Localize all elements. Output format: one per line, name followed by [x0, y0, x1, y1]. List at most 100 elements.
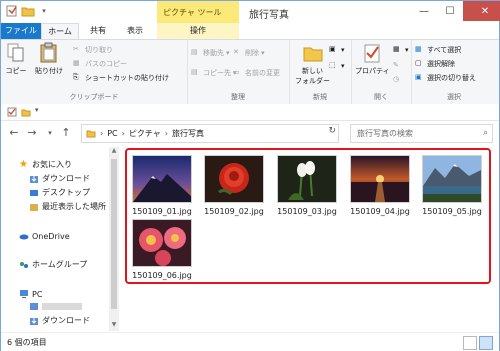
delete-button[interactable]: ✕ 削除 ▾: [233, 48, 265, 58]
edit-icon: ✎: [393, 61, 399, 69]
copy-label: コピー: [5, 67, 27, 75]
window-title: 旅行写真: [249, 10, 289, 21]
history-button[interactable]: ◷: [393, 75, 403, 85]
rename-label: 名前の変更: [245, 69, 280, 77]
copy-path-button[interactable]: ▦ パスのコピー: [73, 59, 127, 69]
new-group-label: 新規: [313, 93, 327, 101]
paste-label: 貼り付け: [35, 67, 63, 75]
details-view-icon[interactable]: [463, 336, 477, 350]
qat-dropdown-icon[interactable]: ▾: [37, 4, 51, 18]
open-group-label: 開く: [374, 93, 388, 101]
scissors-icon: ✂: [73, 45, 79, 53]
tab-home[interactable]: ホーム: [41, 23, 79, 39]
tab-manage[interactable]: 操作: [157, 23, 239, 39]
explorer-window: ▾ ピクチャ ツール 旅行写真 — ☐ ✕ ファイル ホーム 共有 表示 操作 …: [0, 0, 500, 351]
invert-selection-button[interactable]: ▣ 選択の切り替え: [415, 73, 476, 83]
search-icon[interactable]: ⌕: [483, 128, 488, 138]
folder-icon: [303, 47, 322, 62]
invert-selection-icon: ▣: [415, 73, 422, 81]
cloud-icon: [19, 231, 29, 241]
paste-shortcut-label: ショートカットの貼り付け: [85, 74, 169, 82]
organize-group-label: 整理: [231, 93, 245, 101]
copy-to-button[interactable]: ▤ コピー先 ▾: [191, 68, 237, 78]
title-bar: ▾ ピクチャ ツール 旅行写真 — ☐ ✕: [1, 1, 500, 23]
properties-icon[interactable]: [5, 4, 19, 18]
large-icons-view-icon[interactable]: [479, 336, 493, 350]
cut-button[interactable]: ✂ 切り取り: [73, 45, 113, 55]
shortcut-icon: ⎘: [73, 73, 79, 81]
back-icon[interactable]: ←: [7, 126, 21, 140]
paste-icon: [40, 42, 57, 63]
delete-icon: ✕: [233, 48, 239, 56]
select-none-button[interactable]: ▢ 選択解除: [415, 59, 455, 69]
scroll-up-icon[interactable]: ▲: [109, 147, 119, 157]
new-folder-button[interactable]: 新しい フォルダー: [295, 42, 330, 86]
nav-user-folder[interactable]: [29, 301, 82, 311]
context-tab-header: ピクチャ ツール: [157, 1, 239, 23]
breadcrumb-pictures[interactable]: ピクチャ: [129, 128, 161, 139]
refresh-icon[interactable]: ↻: [328, 126, 336, 136]
tab-file[interactable]: ファイル: [1, 23, 41, 39]
rename-icon: ▭: [233, 68, 240, 76]
copy-button[interactable]: コピー: [5, 42, 27, 76]
select-group: ▦ すべて選択 ▢ 選択解除 ▣ 選択の切り替え 選択: [411, 40, 497, 104]
easy-access-button[interactable]: ⬚ ▾: [329, 61, 345, 71]
copy-path-label: パスのコピー: [85, 60, 127, 68]
history-icon: ◷: [393, 75, 400, 83]
nav-favorites[interactable]: ★ お気に入り: [19, 159, 72, 170]
folder-small-icon[interactable]: [21, 107, 31, 119]
new-folder-icon[interactable]: [21, 4, 35, 18]
close-icon[interactable]: ✕: [463, 1, 500, 21]
homegroup-icon: [19, 260, 29, 270]
scroll-down-icon[interactable]: ▼: [109, 321, 119, 331]
copy-to-label: コピー先: [203, 69, 231, 77]
paste-button[interactable]: 貼り付け: [35, 42, 63, 76]
move-to-label: 移動先: [203, 49, 224, 57]
breadcrumb-travel[interactable]: 旅行写真: [172, 128, 204, 139]
scroll-thumb[interactable]: [111, 159, 117, 309]
recent-places-icon: [29, 202, 39, 212]
easy-access-icon: ⬚: [329, 61, 336, 69]
address-bar[interactable]: › PC › ピクチャ › 旅行写真 ↻: [81, 124, 339, 143]
rename-button[interactable]: ▭ 名前の変更: [233, 68, 280, 78]
minimize-icon[interactable]: —: [411, 1, 437, 21]
recent-dropdown-icon[interactable]: ▾: [43, 126, 57, 140]
tab-view[interactable]: 表示: [117, 23, 153, 39]
tab-share[interactable]: 共有: [81, 23, 115, 39]
nav-downloads[interactable]: ダウンロード: [29, 173, 90, 184]
nav-onedrive[interactable]: OneDrive: [19, 231, 70, 241]
qat-customize-icon[interactable]: ▾: [35, 106, 39, 114]
new-folder-label-1: 新しい: [302, 67, 323, 75]
nav-pc[interactable]: PC: [19, 289, 42, 299]
edit-button[interactable]: ✎: [393, 61, 403, 71]
select-all-icon: ▦: [415, 45, 422, 53]
open-group: プロパティ ▦ ▾ ✎ ◷ 開く: [351, 40, 412, 104]
nav-favorites-label: お気に入り: [32, 160, 72, 169]
nav-homegroup[interactable]: ホームグループ: [19, 259, 87, 270]
nav-downloads-pc[interactable]: ダウンロード: [29, 315, 90, 326]
paste-shortcut-button[interactable]: ⎘ ショートカットの貼り付け: [73, 73, 169, 83]
nav-desktop[interactable]: デスクトップ: [29, 187, 90, 198]
open-button[interactable]: ▦ ▾: [393, 45, 409, 55]
select-none-label: 選択解除: [427, 60, 455, 68]
properties-button[interactable]: プロパティ: [355, 42, 390, 76]
new-item-button[interactable]: ▣ ▾: [329, 45, 345, 55]
copy-to-icon: ▤: [191, 68, 198, 76]
invert-selection-label: 選択の切り替え: [427, 74, 476, 82]
move-to-button[interactable]: ▤ 移動先 ▾: [191, 48, 230, 58]
up-icon[interactable]: ↑: [59, 126, 73, 140]
blurred-user-name: [42, 302, 82, 310]
select-all-button[interactable]: ▦ すべて選択: [415, 45, 461, 55]
properties-checkmark-icon: [364, 44, 380, 63]
properties-small-icon[interactable]: [7, 107, 17, 119]
forward-icon[interactable]: →: [25, 126, 39, 140]
navigation-scrollbar[interactable]: ▲ ▼: [109, 147, 119, 331]
breadcrumb-pc[interactable]: PC: [107, 129, 117, 138]
nav-recent[interactable]: 最近表示した場所: [29, 201, 106, 212]
user-folder-icon: [29, 301, 39, 311]
search-input[interactable]: 旅行写真の検索 ⌕: [350, 124, 493, 143]
quick-access-bar: ▾: [1, 104, 499, 121]
downloads-icon: [29, 174, 39, 184]
maximize-icon[interactable]: ☐: [437, 1, 463, 21]
nav-downloads-pc-label: ダウンロード: [42, 316, 90, 325]
